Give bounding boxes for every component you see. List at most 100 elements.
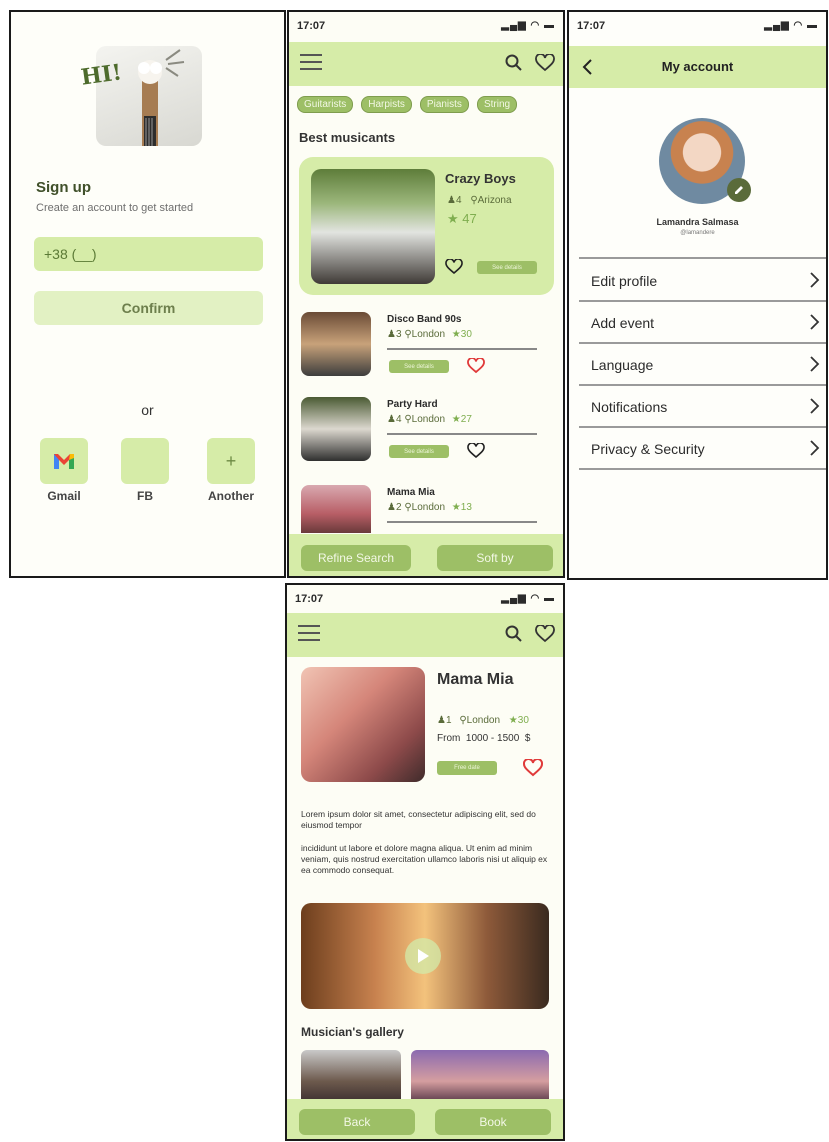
menu-divider (579, 257, 826, 259)
featured-city: Arizona (477, 195, 512, 206)
menu-item-edit-profile[interactable]: Edit profile (579, 261, 826, 299)
featured-details-button[interactable]: See details (477, 261, 537, 274)
chevron-right-icon (810, 356, 820, 372)
artist-meta: ♟1 ⚲London ★30 (437, 715, 529, 726)
price-range: From 1000 - 1500 $ (437, 733, 531, 744)
video-player[interactable] (301, 903, 549, 1009)
edit-avatar-button[interactable] (727, 178, 751, 202)
location-icon: ⚲ (459, 715, 467, 726)
menu-item-privacy[interactable]: Privacy & Security (579, 429, 826, 467)
plus-icon: + (225, 450, 237, 471)
item-heart-icon[interactable] (467, 358, 485, 374)
status-bar: 17:07 ▂▄▆ ◠ ▬ (287, 585, 563, 615)
gallery-image[interactable] (301, 1050, 401, 1102)
search-icon[interactable] (505, 625, 523, 643)
back-label: Back (343, 1115, 371, 1129)
item-meta: ♟4 ⚲London ★27 (387, 414, 472, 425)
social-gmail-button[interactable] (40, 438, 88, 484)
signup-screen: HI! Sign up Create an account to get sta… (9, 10, 286, 578)
free-date-label: Free date (454, 765, 480, 771)
star-icon: ★ (451, 329, 461, 340)
menu-item-label: Language (591, 357, 654, 373)
person-icon: ♟ (387, 502, 396, 513)
musician-detail-screen: 17:07 ▂▄▆ ◠ ▬ Mama Mia ♟1 ⚲London ★30 Fr… (285, 583, 565, 1141)
back-button[interactable]: Back (299, 1109, 415, 1135)
book-button[interactable]: Book (435, 1109, 551, 1135)
location-icon: ⚲ (404, 329, 412, 340)
status-bar: 17:07 ▂▄▆ ◠ ▬ (289, 12, 563, 42)
account-title: My account (661, 59, 734, 74)
menu-divider (579, 342, 826, 344)
star-icon: ★ (447, 211, 459, 226)
user-name: Lamandra Salmasa (656, 217, 739, 227)
favorites-heart-icon[interactable] (535, 54, 555, 72)
menu-item-notifications[interactable]: Notifications (579, 387, 826, 425)
menu-divider (579, 468, 826, 470)
phone-input[interactable]: +38 (__) (34, 237, 263, 271)
search-icon[interactable] (505, 54, 523, 72)
artist-photo (301, 667, 425, 782)
filter-chip[interactable]: Pianists (419, 96, 469, 113)
user-handle: @lamandere (680, 230, 715, 236)
star-icon: ★ (508, 715, 518, 726)
featured-card[interactable]: Crazy Boys ♟4 ⚲Arizona ★ 47 See details (299, 157, 554, 295)
menu-item-label: Notifications (591, 399, 668, 415)
featured-rating: 47 (462, 211, 477, 226)
filter-chip[interactable]: Harpists (361, 96, 412, 113)
confirm-button[interactable]: Confirm (34, 291, 263, 325)
menu-icon[interactable] (297, 623, 321, 643)
person-icon: ♟ (447, 195, 456, 206)
phone-value: +38 (__) (44, 246, 97, 262)
item-meta: ♟2 ⚲London ★13 (387, 502, 472, 513)
status-time: 17:07 (297, 20, 326, 32)
menu-icon[interactable] (299, 52, 323, 72)
social-another-button[interactable]: + (207, 438, 255, 484)
menu-item-label: Add event (591, 315, 655, 331)
book-label: Book (479, 1115, 507, 1129)
signal-icons: ▂▄▆ ◠ ▬ (501, 20, 555, 31)
item-photo (301, 312, 371, 376)
location-icon: ⚲ (404, 502, 412, 513)
filter-chip[interactable]: Guitarists (297, 96, 354, 113)
list-item[interactable]: Party Hard ♟4 ⚲London ★27 See details (301, 397, 551, 467)
item-city: London (411, 502, 446, 513)
signal-icons: ▂▄▆ ◠ ▬ (764, 20, 818, 31)
featured-heart-icon[interactable] (445, 259, 463, 275)
gallery-image[interactable] (411, 1050, 549, 1102)
location-icon: ⚲ (470, 195, 478, 206)
status-bar: 17:07 ▂▄▆ ◠ ▬ (569, 12, 826, 42)
menu-item-language[interactable]: Language (579, 345, 826, 383)
play-button[interactable] (405, 938, 441, 974)
status-time: 17:07 (295, 593, 324, 605)
item-rating: 30 (460, 329, 472, 340)
list-item[interactable]: Mama Mia ♟2 ⚲London ★13 (301, 485, 551, 535)
top-bar (289, 42, 563, 86)
menu-item-label: Privacy & Security (591, 441, 705, 457)
free-date-button[interactable]: Free date (437, 761, 497, 775)
social-fb-button[interactable] (121, 438, 169, 484)
item-name: Mama Mia (387, 487, 435, 498)
refine-search-button[interactable]: Refine Search (301, 545, 411, 571)
item-details-button[interactable]: See details (389, 445, 449, 458)
musicians-list-screen: 17:07 ▂▄▆ ◠ ▬ Guitarists Harpists Pianis… (287, 10, 565, 578)
menu-divider (579, 384, 826, 386)
chevron-right-icon (810, 398, 820, 414)
item-photo (301, 485, 371, 533)
signal-icons: ▂▄▆ ◠ ▬ (501, 593, 555, 604)
sort-button[interactable]: Soft by (437, 545, 553, 571)
sort-label: Soft by (476, 551, 514, 565)
item-heart-icon[interactable] (467, 443, 485, 459)
menu-divider (579, 300, 826, 302)
menu-item-label: Edit profile (591, 273, 658, 289)
chevron-right-icon (810, 272, 820, 288)
filter-chip[interactable]: String (476, 96, 518, 113)
list-item[interactable]: Disco Band 90s ♟3 ⚲London ★30 See detail… (301, 312, 551, 382)
menu-item-add-event[interactable]: Add event (579, 303, 826, 341)
like-heart-icon[interactable] (523, 759, 543, 777)
item-details-button[interactable]: See details (389, 360, 449, 373)
favorites-heart-icon[interactable] (535, 625, 555, 643)
featured-meta: ♟4 ⚲Arizona (447, 195, 512, 206)
chevron-right-icon (810, 314, 820, 330)
item-city: London (411, 329, 446, 340)
social-another-label: Another (208, 489, 254, 503)
